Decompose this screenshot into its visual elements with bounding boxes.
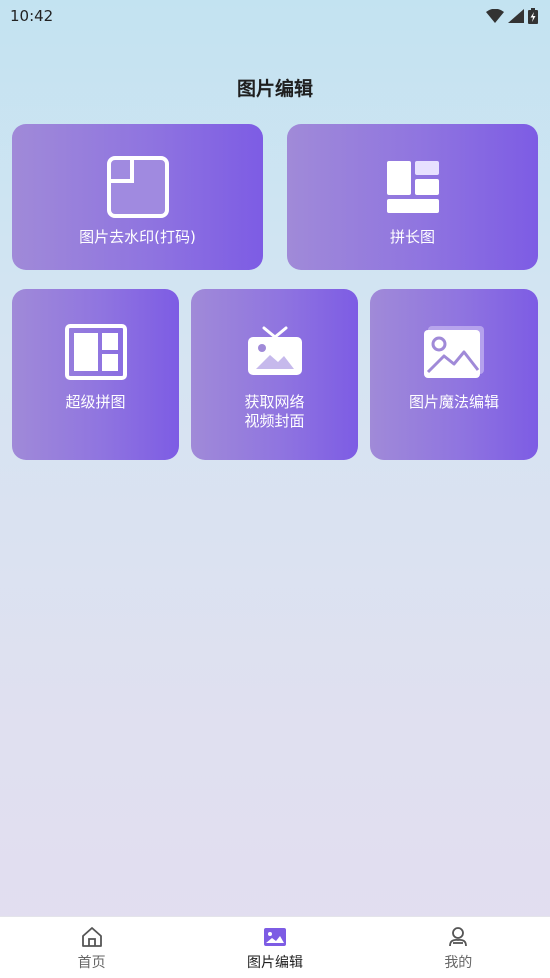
nav-label: 我的 <box>444 955 473 971</box>
signal-icon <box>508 9 524 23</box>
picture-magic-tile[interactable]: 图片魔法编辑 <box>370 289 538 460</box>
battery-charging-icon <box>528 8 538 24</box>
collage-tile[interactable]: 超级拼图 <box>12 289 179 460</box>
home-icon <box>81 927 102 947</box>
long-image-tile[interactable]: 拼长图 <box>287 124 538 270</box>
nav-label: 首页 <box>77 955 106 971</box>
tile-label: 拼长图 <box>389 228 435 246</box>
video-cover-tile[interactable]: 获取网络 视频封面 <box>191 289 358 460</box>
page-title: 图片编辑 <box>236 78 313 100</box>
status-time: 10:42 <box>10 7 54 25</box>
image-edit-icon <box>263 928 286 946</box>
nav-label: 图片编辑 <box>246 955 303 971</box>
tv-cover-icon <box>242 319 308 385</box>
status-bar: 10:42 <box>0 0 550 32</box>
watermark-remove-icon <box>105 154 171 220</box>
long-image-icon <box>380 154 446 220</box>
nav-image-edit[interactable]: 图片编辑 <box>183 917 366 978</box>
status-icons <box>486 8 538 24</box>
tile-label: 图片去水印(打码) <box>79 228 196 246</box>
tile-label: 获取网络 视频封面 <box>244 393 305 430</box>
nav-profile[interactable]: 我的 <box>367 917 550 978</box>
tile-label: 超级拼图 <box>65 393 126 411</box>
picture-magic-icon <box>421 319 487 385</box>
collage-icon <box>63 319 129 385</box>
profile-icon <box>449 927 468 947</box>
watermark-remove-tile[interactable]: 图片去水印(打码) <box>12 124 263 270</box>
tile-label: 图片魔法编辑 <box>408 393 499 411</box>
wifi-icon <box>486 9 504 23</box>
nav-home[interactable]: 首页 <box>0 917 183 978</box>
bottom-nav: 首页 图片编辑 我的 <box>0 916 550 978</box>
